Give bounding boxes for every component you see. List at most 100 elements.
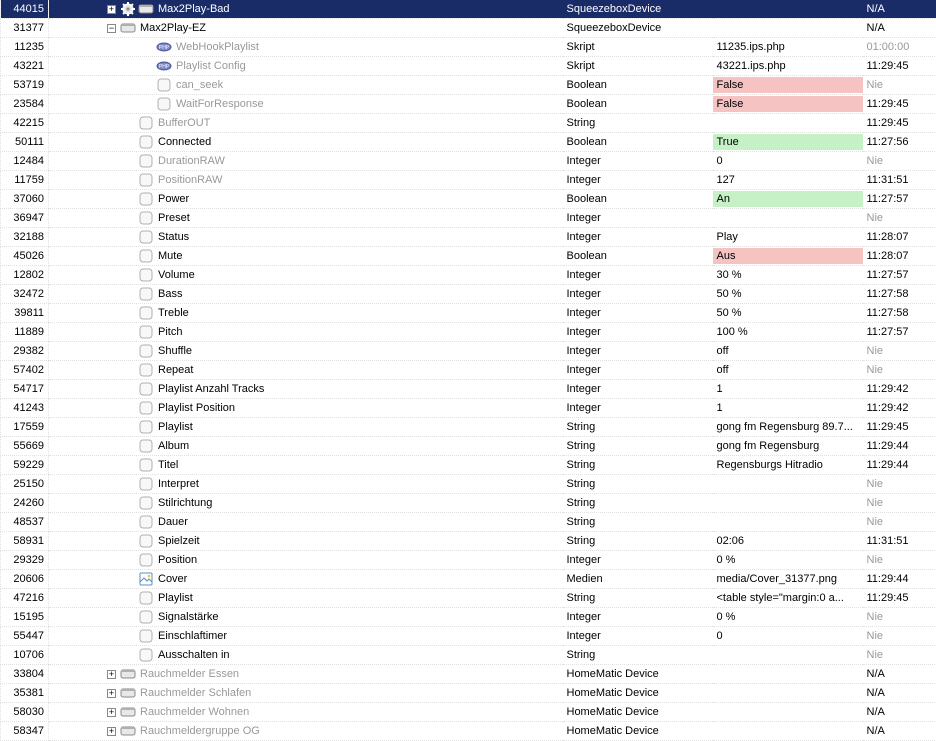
object-name-cell[interactable]: Einschlaftimer — [49, 627, 563, 646]
object-name-cell[interactable]: can_seek — [49, 76, 563, 95]
object-name: Max2Play-EZ — [140, 22, 206, 34]
table-row[interactable]: 53719can_seekBooleanFalseNie — [1, 76, 936, 95]
object-name-cell[interactable]: Shuffle — [49, 342, 563, 361]
table-row[interactable]: 47216PlaylistString<table style="margin:… — [1, 589, 936, 608]
table-row[interactable]: 15195SignalstärkeInteger0 %Nie — [1, 608, 936, 627]
object-name-cell[interactable]: Rauchmelder Schlafen — [49, 684, 563, 703]
table-row[interactable]: 20606CoverMedienmedia/Cover_31377.png11:… — [1, 570, 936, 589]
object-name-cell[interactable]: PHPWebHookPlaylist — [49, 38, 563, 57]
object-name-cell[interactable]: Position — [49, 551, 563, 570]
object-name-cell[interactable]: Playlist Position — [49, 399, 563, 418]
variable-icon — [138, 476, 154, 492]
object-name-cell[interactable]: Max2Play-Bad — [49, 0, 563, 19]
object-name-cell[interactable]: Rauchmelder Essen — [49, 665, 563, 684]
table-row[interactable]: 23584WaitForResponseBooleanFalse11:29:45 — [1, 95, 936, 114]
table-row[interactable]: 11759PositionRAWInteger12711:31:51 — [1, 171, 936, 190]
object-id: 58347 — [1, 722, 49, 741]
table-row[interactable]: 48537DauerStringNie — [1, 513, 936, 532]
table-row[interactable]: 24260StilrichtungStringNie — [1, 494, 936, 513]
table-row[interactable]: 10706Ausschalten inStringNie — [1, 646, 936, 665]
table-row[interactable]: 42215BufferOUTString11:29:45 — [1, 114, 936, 133]
table-row[interactable]: 31377Max2Play-EZSqueezeboxDeviceN/A — [1, 19, 936, 38]
table-row[interactable]: 29329PositionInteger0 %Nie — [1, 551, 936, 570]
table-row[interactable]: 35381Rauchmelder SchlafenHomeMatic Devic… — [1, 684, 936, 703]
object-name-cell[interactable]: Stilrichtung — [49, 494, 563, 513]
object-name-cell[interactable]: Interpret — [49, 475, 563, 494]
object-name-cell[interactable]: Max2Play-EZ — [49, 19, 563, 38]
object-name-cell[interactable]: Power — [49, 190, 563, 209]
object-id: 59229 — [1, 456, 49, 475]
table-row[interactable]: 55447EinschlaftimerInteger0Nie — [1, 627, 936, 646]
table-row[interactable]: 25150InterpretStringNie — [1, 475, 936, 494]
table-row[interactable]: 37060PowerBooleanAn11:27:57 — [1, 190, 936, 209]
object-name-cell[interactable]: Preset — [49, 209, 563, 228]
object-name-cell[interactable]: BufferOUT — [49, 114, 563, 133]
object-name-cell[interactable]: Status — [49, 228, 563, 247]
table-row[interactable]: 39811TrebleInteger50 %11:27:58 — [1, 304, 936, 323]
object-name: Mute — [158, 250, 182, 262]
table-row[interactable]: 32472BassInteger50 %11:27:58 — [1, 285, 936, 304]
object-name-cell[interactable]: DurationRAW — [49, 152, 563, 171]
expand-icon[interactable] — [107, 708, 116, 717]
table-row[interactable]: 54717Playlist Anzahl TracksInteger111:29… — [1, 380, 936, 399]
object-name-cell[interactable]: Ausschalten in — [49, 646, 563, 665]
object-name-cell[interactable]: Mute — [49, 247, 563, 266]
expand-icon[interactable] — [107, 689, 116, 698]
object-name-cell[interactable]: Volume — [49, 266, 563, 285]
object-name-cell[interactable]: Treble — [49, 304, 563, 323]
collapse-icon[interactable] — [107, 24, 116, 33]
table-row[interactable]: 17559PlaylistStringgong fm Regensburg 89… — [1, 418, 936, 437]
table-row[interactable]: 41243Playlist PositionInteger111:29:42 — [1, 399, 936, 418]
object-name-cell[interactable]: Dauer — [49, 513, 563, 532]
object-name-cell[interactable]: Bass — [49, 285, 563, 304]
object-name-cell[interactable]: Album — [49, 437, 563, 456]
table-row[interactable]: 50111ConnectedBooleanTrue11:27:56 — [1, 133, 936, 152]
table-row[interactable]: 45026MuteBooleanAus11:28:07 — [1, 247, 936, 266]
object-name-cell[interactable]: Playlist Anzahl Tracks — [49, 380, 563, 399]
table-row[interactable]: 57402RepeatIntegeroffNie — [1, 361, 936, 380]
object-name-cell[interactable]: Cover — [49, 570, 563, 589]
object-type: Integer — [563, 342, 713, 361]
object-time: 11:27:58 — [863, 304, 936, 323]
table-row[interactable]: 43221PHPPlaylist ConfigSkript43221.ips.p… — [1, 57, 936, 76]
table-row[interactable]: 59229TitelStringRegensburgs Hitradio11:2… — [1, 456, 936, 475]
table-row[interactable]: 58347Rauchmeldergruppe OGHomeMatic Devic… — [1, 722, 936, 741]
table-row[interactable]: 44015Max2Play-BadSqueezeboxDeviceN/A — [1, 0, 936, 19]
object-name-cell[interactable]: Repeat — [49, 361, 563, 380]
object-name-cell[interactable]: Signalstärke — [49, 608, 563, 627]
table-row[interactable]: 55669AlbumStringgong fm Regensburg11:29:… — [1, 437, 936, 456]
object-name: Position — [158, 554, 197, 566]
object-name-cell[interactable]: Rauchmelder Wohnen — [49, 703, 563, 722]
object-name-cell[interactable]: Rauchmeldergruppe OG — [49, 722, 563, 741]
object-id: 11235 — [1, 38, 49, 57]
object-name-cell[interactable]: Connected — [49, 133, 563, 152]
table-row[interactable]: 11235PHPWebHookPlaylistSkript11235.ips.p… — [1, 38, 936, 57]
object-name-cell[interactable]: WaitForResponse — [49, 95, 563, 114]
table-row[interactable]: 58030Rauchmelder WohnenHomeMatic DeviceN… — [1, 703, 936, 722]
table-row[interactable]: 36947PresetIntegerNie — [1, 209, 936, 228]
object-name-cell[interactable]: Playlist — [49, 418, 563, 437]
expand-icon[interactable] — [107, 5, 116, 14]
object-id: 42215 — [1, 114, 49, 133]
table-row[interactable]: 29382ShuffleIntegeroffNie — [1, 342, 936, 361]
object-id: 50111 — [1, 133, 49, 152]
table-row[interactable]: 33804Rauchmelder EssenHomeMatic DeviceN/… — [1, 665, 936, 684]
object-name-cell[interactable]: PositionRAW — [49, 171, 563, 190]
object-value — [713, 475, 863, 494]
object-name-cell[interactable]: Pitch — [49, 323, 563, 342]
object-name-cell[interactable]: Playlist — [49, 589, 563, 608]
table-row[interactable]: 11889PitchInteger100 %11:27:57 — [1, 323, 936, 342]
table-row[interactable]: 12802VolumeInteger30 %11:27:57 — [1, 266, 936, 285]
table-row[interactable]: 58931SpielzeitString02:0611:31:51 — [1, 532, 936, 551]
object-id: 48537 — [1, 513, 49, 532]
object-name-cell[interactable]: Spielzeit — [49, 532, 563, 551]
object-name-cell[interactable]: PHPPlaylist Config — [49, 57, 563, 76]
expand-icon[interactable] — [107, 670, 116, 679]
object-time: 11:29:45 — [863, 114, 936, 133]
table-row[interactable]: 12484DurationRAWInteger0Nie — [1, 152, 936, 171]
object-type: HomeMatic Device — [563, 665, 713, 684]
object-time: N/A — [863, 703, 936, 722]
table-row[interactable]: 32188StatusIntegerPlay11:28:07 — [1, 228, 936, 247]
object-name-cell[interactable]: Titel — [49, 456, 563, 475]
expand-icon[interactable] — [107, 727, 116, 736]
